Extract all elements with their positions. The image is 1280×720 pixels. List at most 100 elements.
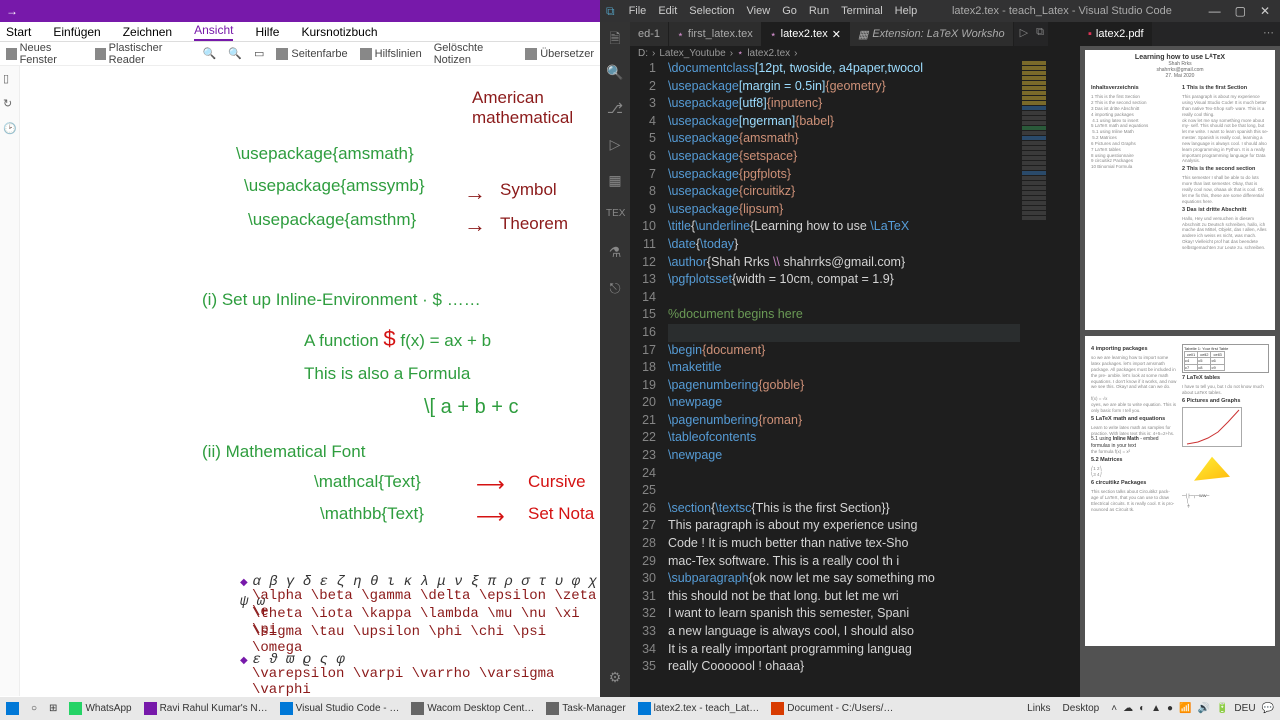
menu-edit[interactable]: Edit [658, 5, 677, 17]
onenote-leftrail: ▯ ↻ 🕑 [0, 66, 20, 696]
tab-ed1[interactable]: ed-1 [630, 22, 669, 46]
section-tab-icon[interactable]: ▯ [0, 66, 19, 91]
run-icon[interactable]: ▷ [1020, 26, 1028, 42]
reader-icon [95, 48, 106, 60]
tray-chevron-icon[interactable]: ˄ [1111, 703, 1117, 714]
hw-mathbb: \mathbb{Text} [320, 504, 424, 524]
tab-einfuegen[interactable]: Einfügen [53, 23, 100, 41]
tray-wifi-icon[interactable]: 📶 [1179, 703, 1191, 714]
btn-zoom-out[interactable]: 🔍 [203, 47, 217, 60]
vscode-logo-icon: ⧉ [600, 4, 621, 19]
tex-icon[interactable]: TEX [606, 208, 624, 226]
taskbar-app[interactable]: latex2.tex - teach_Lat… [632, 697, 766, 720]
tab-pdf[interactable]: ▪latex2.pdf [1080, 22, 1152, 46]
pdf-tabs: ▪latex2.pdf ⋯ [1080, 22, 1280, 46]
window-icon [6, 48, 17, 60]
menu-help[interactable]: Help [895, 5, 918, 17]
activity-bar: 🗎 🔍 ⎇ ▷ ▦ TEX ⚗ ⎋ ⚙ [600, 22, 630, 697]
tab-extension[interactable]: ▦Extension: LaTeX Worksho [850, 22, 1014, 46]
hw-usepackage-amsmath: \usepackage{amsmath} [236, 144, 414, 164]
pdf-preview[interactable]: Learning how to use LᴬTᴇX Shah Rrks shah… [1080, 46, 1280, 697]
btn-plastischer-reader[interactable]: Plastischer Reader [95, 42, 190, 66]
search-icon[interactable]: 🔍 [606, 64, 624, 82]
taskview-button[interactable]: ⊞ [43, 697, 63, 720]
menu-terminal[interactable]: Terminal [841, 5, 883, 17]
menu-file[interactable]: File [629, 5, 647, 17]
tab-kursnotizbuch[interactable]: Kursnotizbuch [301, 23, 377, 41]
links-toolbar[interactable]: Links [1021, 697, 1056, 720]
onenote-ribbon: Start Einfügen Zeichnen Ansicht Hilfe Ku… [0, 22, 600, 42]
tray-language[interactable]: DEU [1234, 703, 1255, 714]
minimize-icon[interactable]: — [1209, 4, 1221, 18]
compare-icon[interactable]: ⧉ [1036, 26, 1044, 42]
taskbar-app[interactable]: Visual Studio Code - … [274, 697, 406, 720]
tab-hilfe[interactable]: Hilfe [255, 23, 279, 41]
tab-start[interactable]: Start [6, 23, 31, 41]
ext-icon: ▦ [858, 28, 868, 41]
btn-geloeschte-notizen[interactable]: Gelöschte Notizen [434, 42, 514, 66]
explorer-icon[interactable]: 🗎 [606, 28, 624, 46]
menu-go[interactable]: Go [782, 5, 797, 17]
windows-icon [6, 702, 19, 715]
pdf-page-1: Learning how to use LᴬTᴇX Shah Rrks shah… [1085, 50, 1275, 330]
section-ii: (ii) Mathematical Font [202, 442, 365, 462]
editor[interactable]: 1234567891011121314151617181920212223242… [630, 60, 1048, 697]
source-control-icon[interactable]: ⎇ [606, 100, 624, 118]
tab-latex2[interactable]: ⋆latex2.tex ✕ [762, 22, 850, 46]
taskbar-app[interactable]: Wacom Desktop Cent… [405, 697, 540, 720]
system-tray: ˄ ☁ ◐ ▲ ● 📶 🔊 🔋 DEU 💬 [1105, 703, 1280, 714]
bullet-icon: ◆ [240, 577, 248, 588]
search-button[interactable]: ○ [25, 697, 43, 720]
desktop-toolbar[interactable]: Desktop [1057, 697, 1106, 720]
pdf-page-2: 4 importing packages so we are learning … [1085, 336, 1275, 646]
tab-zeichnen[interactable]: Zeichnen [123, 23, 172, 41]
tray-icon[interactable]: ● [1167, 703, 1173, 714]
nav-icon[interactable]: ↻ [0, 91, 19, 116]
start-button[interactable] [0, 697, 25, 720]
taskbar-app[interactable]: Ravi Rahul Kumar's N… [138, 697, 274, 720]
minimap[interactable] [1020, 60, 1048, 697]
menu-view[interactable]: View [747, 5, 771, 17]
btn-seitenfarbe[interactable]: Seitenfarbe [276, 48, 347, 60]
tray-icon[interactable]: ◐ [1139, 703, 1145, 714]
recent-icon[interactable]: 🕑 [0, 116, 19, 141]
vscode-titlebar: ⧉ File Edit Selection View Go Run Termin… [600, 0, 1280, 22]
grid-icon [360, 48, 372, 60]
btn-uebersetzer[interactable]: Übersetzer [525, 48, 594, 60]
menu-run[interactable]: Run [809, 5, 829, 17]
breadcrumb[interactable]: D:› Latex_Youtube› ⋆latex2.tex› [630, 46, 1048, 60]
tab-ansicht[interactable]: Ansicht [194, 21, 233, 41]
taskbar-app[interactable]: WhatsApp [63, 697, 137, 720]
extensions-icon[interactable]: ▦ [606, 172, 624, 190]
tab-first-latex[interactable]: ⋆first_latex.tex [669, 22, 762, 46]
taskbar-app[interactable]: Task-Manager [540, 697, 631, 720]
maximize-icon[interactable]: ▢ [1235, 4, 1246, 18]
note-setnotation: Set Nota [528, 504, 594, 524]
btn-neues-fenster[interactable]: Neues Fenster [6, 42, 83, 66]
tray-notifications-icon[interactable]: 💬 [1262, 703, 1274, 714]
tray-battery-icon[interactable]: 🔋 [1216, 703, 1228, 714]
color-icon [276, 48, 288, 60]
run-debug-icon[interactable]: ▷ [606, 136, 624, 154]
btn-hilfslinien[interactable]: Hilfslinien [360, 48, 422, 60]
menu-selection[interactable]: Selection [689, 5, 734, 17]
btn-page-width[interactable]: ▭ [254, 47, 264, 60]
bullet-icon: ◆ [240, 655, 248, 666]
beaker-icon[interactable]: ⚗ [606, 244, 624, 262]
taskbar-app[interactable]: Document - C:/Users/… [765, 697, 899, 720]
gear-icon[interactable]: ⚙ [606, 669, 624, 687]
tab-close-icon[interactable]: ✕ [832, 28, 841, 41]
close-icon[interactable]: ✕ [1260, 4, 1270, 18]
github-icon[interactable]: ⎋ [606, 280, 624, 298]
btn-zoom-in[interactable]: 🔍 [228, 47, 242, 60]
more-icon[interactable]: ⋯ [1263, 27, 1274, 39]
onenote-canvas[interactable]: American mathematical \usepackage{amsmat… [24, 72, 600, 696]
tray-onedrive-icon[interactable]: ☁ [1123, 703, 1133, 714]
note-cursive: Cursive [528, 472, 586, 492]
tray-icon[interactable]: ▲ [1151, 703, 1161, 714]
tray-volume-icon[interactable]: 🔊 [1198, 703, 1210, 714]
window-title: latex2.tex - teach_Latex - Visual Studio… [925, 5, 1198, 17]
nav-forward-icon[interactable]: → [6, 4, 18, 18]
code-area[interactable]: \documentclass[12pt, twoside, a4paper,tw… [668, 60, 1048, 697]
arrow-icon: → [464, 180, 486, 206]
